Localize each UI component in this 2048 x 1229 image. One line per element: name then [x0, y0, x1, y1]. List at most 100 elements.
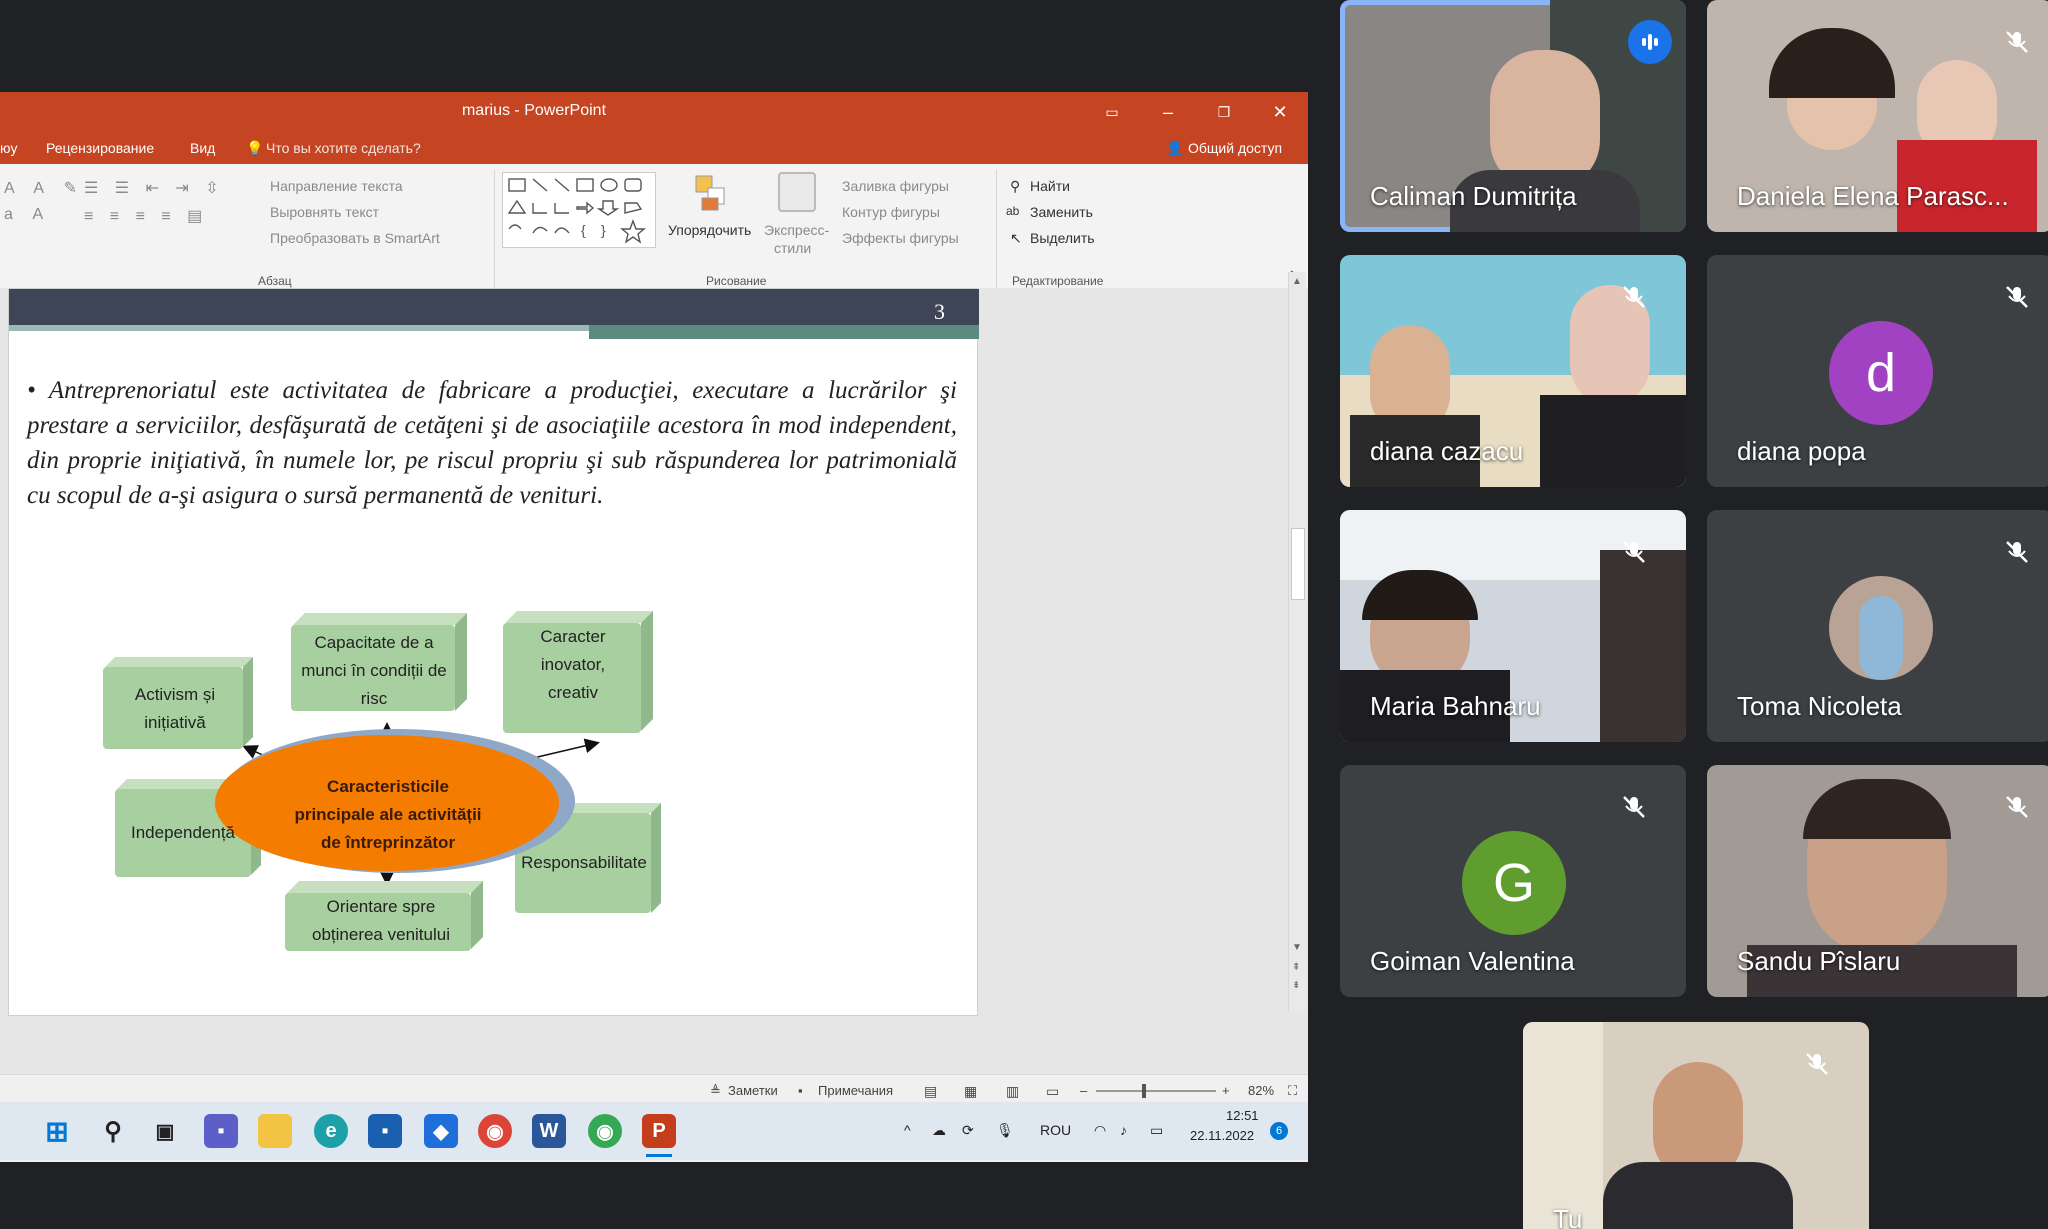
align-text-button[interactable]: Выровнять текст [270, 204, 379, 220]
slide-3[interactable]: 3 • Antreprenoriatul este activitatea de… [8, 288, 979, 1016]
clock-time[interactable]: 12:51 [1226, 1108, 1259, 1123]
participant-video [1769, 28, 1895, 98]
task-view-icon[interactable]: ▣ [148, 1114, 182, 1148]
powerpoint-icon[interactable]: P [642, 1114, 676, 1148]
restore-button[interactable]: ❐ [1204, 98, 1244, 126]
comments-icon: ▪ [798, 1083, 803, 1098]
quick-styles-button-line2: стили [774, 240, 812, 256]
language-indicator[interactable]: ROU [1040, 1122, 1071, 1138]
ribbon-display-icon[interactable]: ▭ [1092, 98, 1132, 126]
reading-view-icon[interactable]: ▥ [1006, 1083, 1019, 1100]
teams-icon[interactable]: ▪ [204, 1114, 238, 1148]
battery-icon[interactable]: ▭ [1150, 1122, 1163, 1139]
prev-slide-icon[interactable]: ⇞ [1292, 962, 1300, 973]
participant-tile[interactable]: Daniela Elena Parasc... [1707, 0, 2048, 232]
mic-muted-icon [1795, 1042, 1839, 1086]
scroll-down-icon[interactable]: ▼ [1292, 942, 1302, 953]
zoom-in-button[interactable]: + [1222, 1083, 1230, 1098]
quick-styles-button[interactable]: Экспресс- [764, 222, 829, 238]
wifi-icon[interactable]: ◠ [1094, 1122, 1106, 1139]
shapes-gallery[interactable]: {} [502, 172, 656, 248]
notes-button[interactable]: Заметки [728, 1083, 778, 1098]
tab-view[interactable]: Вид [190, 140, 215, 156]
ribbon-tabs: юу Рецензирование Вид 💡 Что вы хотите сд… [0, 132, 1308, 164]
participant-tile[interactable]: G Goiman Valentina [1340, 765, 1686, 997]
fit-slide-icon[interactable]: ⛶ [1288, 1083, 1297, 1099]
participant-tile[interactable]: Caliman Dumitrița [1340, 0, 1686, 232]
shape-outline-button[interactable]: Контур фигуры [842, 204, 940, 220]
word-icon[interactable]: W [532, 1114, 566, 1148]
convert-smartart-button[interactable]: Преобразовать в SmartArt [270, 230, 440, 246]
clock-date[interactable]: 22.11.2022 [1190, 1128, 1254, 1143]
scroll-up-icon[interactable]: ▲ [1292, 276, 1302, 287]
find-button[interactable]: Найти [1030, 178, 1070, 194]
participant-tile[interactable]: Toma Nicoleta [1707, 510, 2048, 742]
arrange-button[interactable]: Упорядочить [668, 222, 751, 238]
chrome-profile-icon[interactable]: ◉ [588, 1114, 622, 1148]
replace-button[interactable]: Заменить [1030, 204, 1093, 220]
defender-icon[interactable]: ◆ [424, 1114, 458, 1148]
self-view-tile[interactable]: Tu [1523, 1022, 1869, 1229]
tab-slideshow[interactable]: юу [0, 140, 18, 156]
text-direction-button[interactable]: Направление текста [270, 178, 403, 194]
box-label-independence: Independență [131, 823, 235, 842]
share-button[interactable]: Общий доступ [1188, 140, 1282, 156]
tell-me-search[interactable]: Что вы хотите сделать? [266, 140, 421, 156]
list-icons[interactable]: ☰ ☰ ⇤ ⇥ ⇳ [84, 178, 225, 198]
participant-tile[interactable]: diana cazacu [1340, 255, 1686, 487]
participant-name: Sandu Pîslaru [1737, 946, 1901, 976]
participant-tile[interactable]: d diana popa [1707, 255, 2048, 487]
box-label-activism: Activism și inițiativă [134, 685, 216, 732]
file-explorer-icon[interactable] [258, 1114, 292, 1148]
zoom-slider-thumb[interactable] [1142, 1084, 1146, 1098]
zoom-out-button[interactable]: – [1080, 1083, 1087, 1098]
mic-muted-icon [1612, 275, 1656, 319]
onedrive-icon[interactable]: ☁ [932, 1122, 946, 1139]
avatar: d [1829, 321, 1933, 425]
font-format-icons[interactable]: A A ✎ [4, 178, 85, 198]
search-icon[interactable]: ⚲ [96, 1114, 130, 1148]
office-background [1523, 1022, 1603, 1229]
paragraph-group-label: Абзац [258, 274, 292, 288]
vertical-scrollbar[interactable]: ▲ ▼ ⇞ ⇟ [1288, 272, 1306, 1012]
box-label-income: Orientare spre obținerea venitului [312, 897, 450, 944]
mic-muted-icon [1995, 275, 2039, 319]
participant-name: diana cazacu [1370, 436, 1524, 466]
close-button[interactable]: ✕ [1260, 98, 1300, 126]
box-label-innovative: Caracter inovator, creativ [540, 627, 606, 702]
box-label-responsibility: Responsabilitate [521, 853, 647, 872]
divider [494, 170, 495, 288]
select-button[interactable]: Выделить [1030, 230, 1095, 246]
microphone-icon[interactable]: 🎙 [996, 1122, 1014, 1139]
participant-name: diana popa [1737, 436, 1866, 466]
tray-chevron-icon[interactable]: ^ [904, 1122, 911, 1138]
minimize-button[interactable]: – [1148, 98, 1188, 126]
start-icon[interactable]: ⊞ [40, 1114, 74, 1148]
align-icons[interactable]: ≡ ≡ ≡ ≡ ▤ [84, 206, 208, 226]
sync-icon[interactable]: ⟳ [962, 1122, 974, 1139]
notification-badge[interactable]: 6 [1270, 1122, 1288, 1140]
edge-icon[interactable]: e [314, 1114, 348, 1148]
shapes-icons: {} [507, 178, 646, 244]
store-icon[interactable]: ▪ [368, 1114, 402, 1148]
participant-tile[interactable]: Maria Bahnaru [1340, 510, 1686, 742]
participant-tile[interactable]: Sandu Pîslaru [1707, 765, 2048, 997]
shape-fill-button[interactable]: Заливка фигуры [842, 178, 949, 194]
font-color-icons[interactable]: a A [4, 206, 51, 224]
next-slide-icon[interactable]: ⇟ [1292, 980, 1300, 991]
slide-sorter-icon[interactable]: ▦ [964, 1083, 977, 1100]
divider [996, 170, 997, 288]
volume-icon[interactable]: ♪ [1120, 1122, 1127, 1138]
normal-view-icon[interactable]: ▤ [924, 1083, 937, 1100]
slideshow-icon[interactable]: ▭ [1046, 1083, 1059, 1100]
comments-button[interactable]: Примечания [818, 1083, 893, 1098]
shape-effects-button[interactable]: Эффекты фигуры [842, 230, 959, 246]
zoom-slider[interactable] [1096, 1084, 1216, 1098]
tab-review[interactable]: Рецензирование [46, 140, 154, 156]
participant-name: Caliman Dumitrița [1370, 181, 1577, 211]
participant-video [1603, 1162, 1793, 1229]
svg-text:{: { [581, 222, 586, 238]
chrome-icon[interactable]: ◉ [478, 1114, 512, 1148]
zoom-level[interactable]: 82% [1248, 1083, 1274, 1098]
scrollbar-thumb[interactable] [1291, 528, 1305, 600]
